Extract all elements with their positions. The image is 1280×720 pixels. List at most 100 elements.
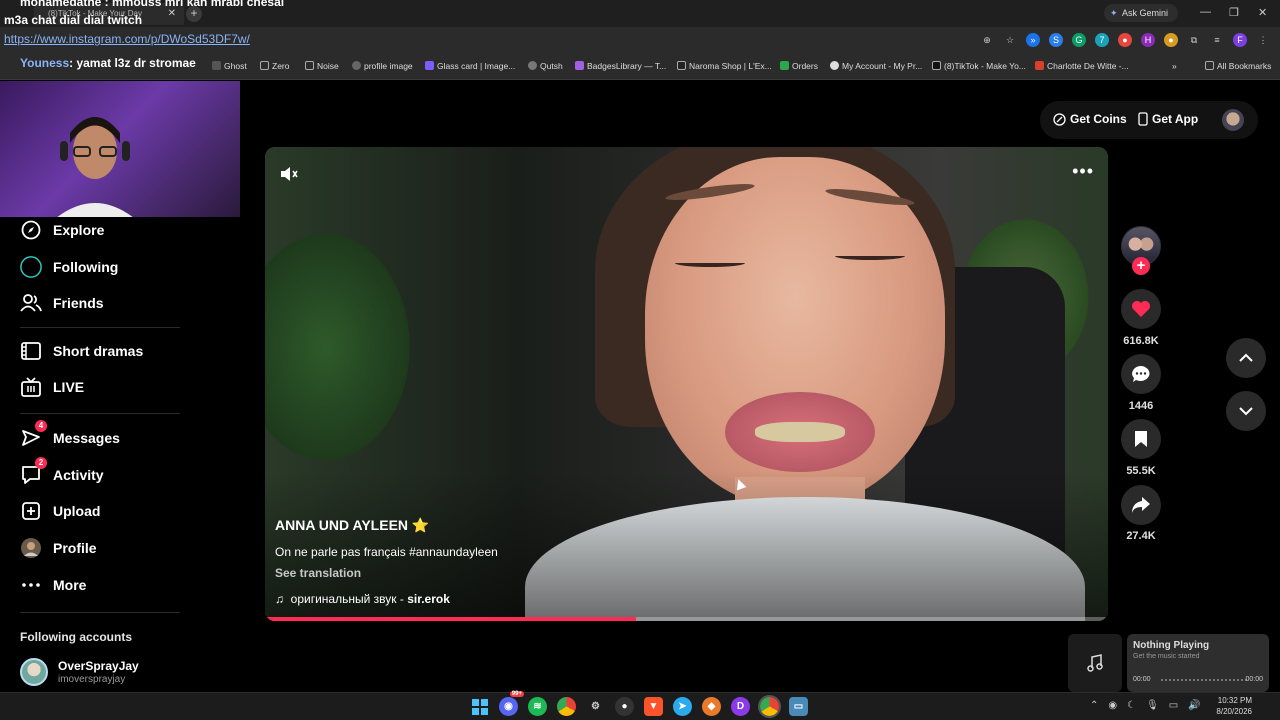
extension-icon[interactable]: ● [1164,33,1178,47]
settings-icon[interactable]: ⚙ [586,697,605,716]
friends-icon [20,292,42,314]
bookmark-item[interactable]: Ghost [212,61,247,71]
volume-icon[interactable]: 🔊 [1188,700,1200,711]
avatar[interactable] [20,658,48,686]
get-app-button[interactable]: Get App [1138,112,1198,126]
extension-icon[interactable]: H [1141,33,1155,47]
follow-plus-button[interactable]: + [1132,257,1150,275]
telegram-icon[interactable]: ➤ [673,697,692,716]
comment-button[interactable] [1121,354,1161,394]
app-icon[interactable]: ▭ [789,697,808,716]
bookmark-item[interactable]: Naroma Shop | L'Ex... [677,61,772,71]
discord-icon[interactable]: ◉ 99+ [499,691,524,716]
messages-icon: 4 [20,420,47,449]
discord-tray-icon[interactable]: ◉ [1108,700,1117,711]
moon-icon[interactable]: ☾ [1127,700,1136,711]
sidebar-item-activity[interactable]: 2 Activity [20,457,104,488]
all-bookmarks[interactable]: All Bookmarks [1205,61,1271,71]
extension-icon[interactable]: » [1026,33,1040,47]
extension-icon[interactable]: S [1049,33,1063,47]
app-icon[interactable]: ◆ [702,697,721,716]
bookmark-item[interactable]: Charlotte De Witte -... [1035,61,1129,71]
minimize-icon[interactable]: — [1200,6,1211,18]
bookmark-item[interactable]: Orders [780,61,818,71]
screen: (8)TikTok - Make Your Day ✕ + ✦ Ask Gemi… [0,0,1280,720]
more-options-icon[interactable]: ••• [1072,161,1094,182]
menu-icon[interactable]: ⋮ [1256,33,1270,47]
music-widget-button[interactable] [1068,634,1122,692]
chevron-down-icon [1239,407,1253,416]
like-button[interactable] [1121,289,1161,329]
music-note-icon [1087,654,1103,672]
sidebar-item-friends[interactable]: Friends [20,290,104,316]
sidebar-item-label: Activity [53,467,104,483]
get-coins-button[interactable]: Get Coins [1053,112,1127,126]
bookmark-item[interactable]: (8)TikTok - Make Yo... [932,61,1026,71]
music-subtitle: Get the music started [1133,653,1200,660]
spotify-icon[interactable]: ≋ [528,697,547,716]
chrome-icon[interactable] [557,697,576,716]
chrome-active-icon[interactable] [758,695,781,718]
avatar[interactable] [1222,109,1244,131]
webcam-overlay [0,81,240,217]
bookmark-item[interactable]: My Account - My Pr... [830,61,922,71]
url-field[interactable]: https://www.instagram.com/p/DWoSd53DF7w/ [4,32,250,46]
github-icon[interactable]: ● [615,697,634,716]
sidebar-item-more[interactable]: More [20,572,86,598]
display-icon[interactable]: ▭ [1169,700,1178,711]
reading-list-icon[interactable]: ≡ [1210,33,1224,47]
mute-icon[interactable] [279,165,299,183]
ask-gemini-button[interactable]: ✦ Ask Gemini [1104,4,1178,22]
bookmark-item[interactable]: profile image [352,61,413,71]
bookmark-folder[interactable]: Zero [260,61,289,71]
share-button[interactable] [1121,485,1161,525]
chat-message: Youness: yamat l3z dr stromae [20,56,196,70]
bookmark-item[interactable]: Glass card | Image... [425,61,515,71]
app-icon[interactable]: D [731,697,750,716]
bookmark-item[interactable]: Qutsh [528,61,563,71]
chevron-up-icon[interactable]: ⌃ [1090,700,1098,711]
sidebar-item-explore[interactable]: Explore [20,217,104,243]
extension-icon[interactable]: G [1072,33,1086,47]
sidebar-item-live[interactable]: LIVE [20,374,84,400]
sidebar-item-short-dramas[interactable]: Short dramas [20,338,143,364]
sidebar-item-following[interactable]: Following [20,254,118,280]
bookmark-item[interactable]: BadgesLibrary — T... [575,61,666,71]
chevron-right-icon[interactable]: » [1172,61,1177,71]
header-actions: Get Coins Get App [1040,101,1258,139]
account-name[interactable]: OverSprayJay [58,659,139,673]
mic-icon[interactable]: 🎙 [1146,700,1159,711]
zoom-icon[interactable]: ⊕ [980,33,994,47]
next-video-button[interactable] [1226,391,1266,431]
see-translation-link[interactable]: See translation [275,566,361,580]
previous-video-button[interactable] [1226,338,1266,378]
clock-time: 10:32 PM [1217,696,1252,705]
music-progress-track[interactable] [1161,679,1247,681]
video-author[interactable]: ANNA UND AYLEEN ⭐ [275,517,429,534]
sidebar-item-profile[interactable]: Profile [20,535,97,561]
clock[interactable]: 10:32 PM 8/20/2026 [1210,695,1252,717]
tab-close-icon[interactable]: ✕ [168,8,176,19]
comment-count: 1446 [1128,400,1154,412]
windows-start-icon[interactable] [470,697,489,716]
maximize-icon[interactable]: ❐ [1229,6,1239,19]
taskbar: ◉ 99+ ≋ ⚙ ● ▼ ➤ ◆ D ▭ ⌃ ◉ ☾ 🎙 ▭ 🔊 10:32 P… [0,691,1280,720]
extension-icons: ⊕ ☆ » S G 7 ● H ● ⧉ ≡ F ⋮ [980,33,1270,47]
puzzle-icon[interactable]: ⧉ [1187,33,1201,47]
save-button[interactable] [1121,419,1161,459]
extension-icon[interactable]: ● [1118,33,1132,47]
sidebar-item-upload[interactable]: Upload [20,498,100,524]
profile-icon[interactable]: F [1233,33,1247,47]
video-player[interactable]: ••• ANNA UND AYLEEN ⭐ On ne parle pas fr… [265,147,1108,621]
video-progress-bar[interactable] [265,617,1108,621]
close-window-icon[interactable]: ✕ [1258,6,1267,19]
bookmark-folder[interactable]: Noise [305,61,339,71]
bookmark-star-icon[interactable]: ☆ [1003,33,1017,47]
sound-link[interactable]: ♫ оригинальный звук - sir.erok [275,592,450,606]
extension-icon[interactable]: 7 [1095,33,1109,47]
video-description: On ne parle pas français #annaundayleen [275,545,498,559]
film-icon [20,340,42,362]
brave-icon[interactable]: ▼ [644,697,663,716]
sidebar-item-label: Profile [53,540,97,556]
sidebar-item-messages[interactable]: 4 Messages [20,420,120,451]
